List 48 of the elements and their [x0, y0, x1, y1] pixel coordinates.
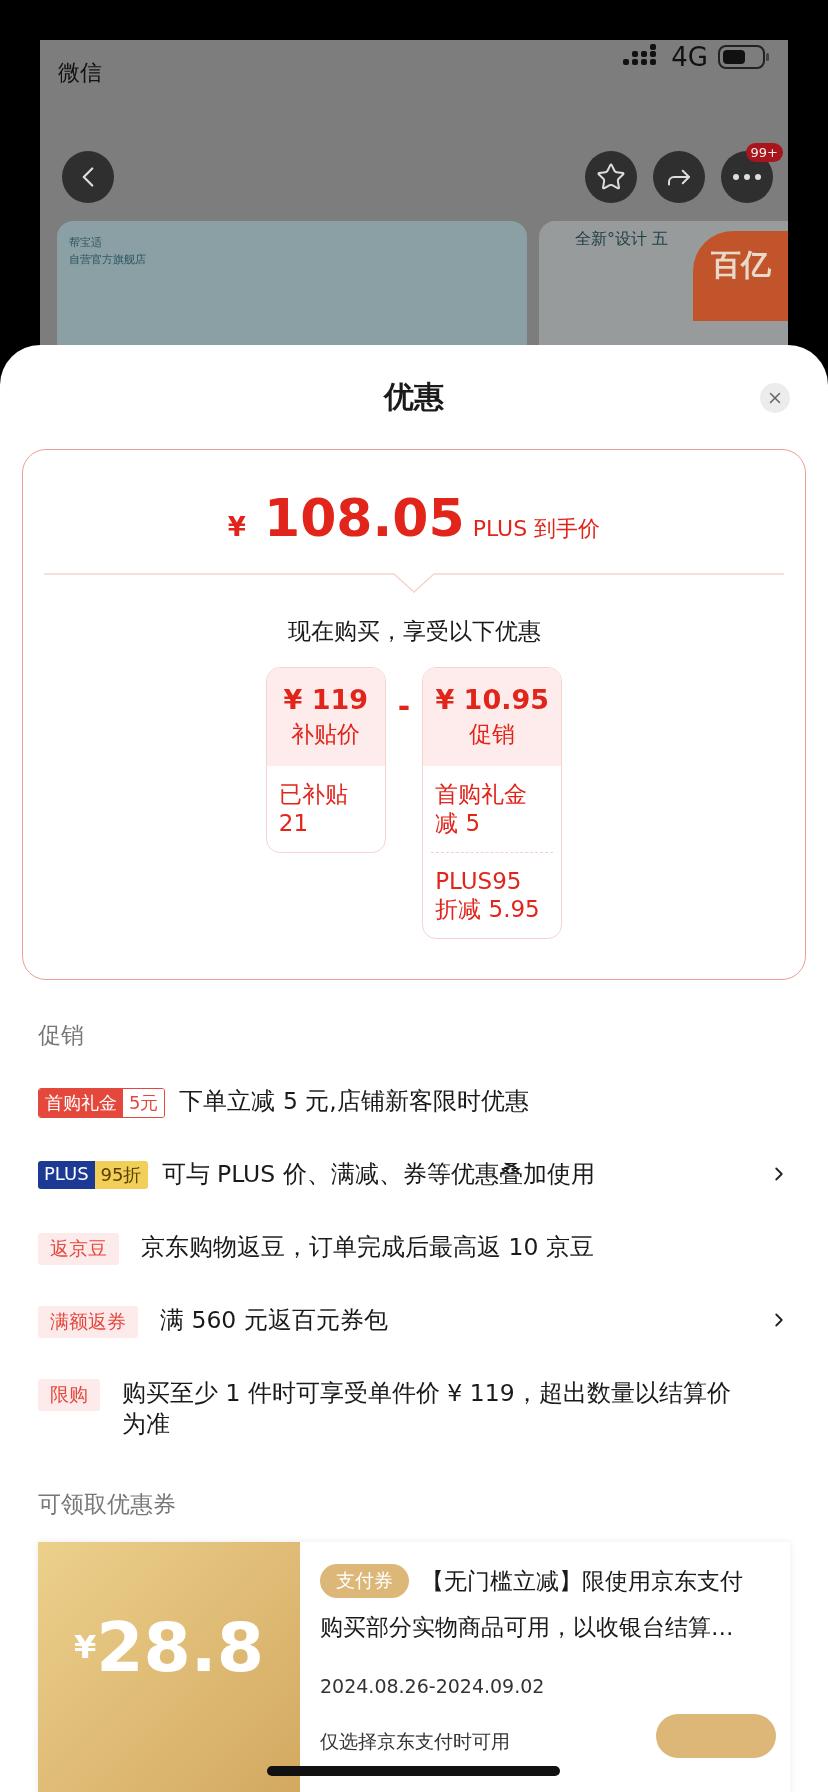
promo-text: 购买至少 1 件时可享受单件价 ¥ 119，超出数量以结算价为准	[122, 1378, 732, 1440]
currency-sign: ¥	[227, 512, 246, 542]
section-title: 促销	[38, 1021, 85, 1050]
subsidy-badge: 百亿	[693, 231, 788, 321]
part-detail: PLUS95 折减 5.95	[431, 851, 554, 938]
brand-label: 帮宝适	[69, 235, 103, 250]
battery-icon	[718, 44, 770, 70]
back-button[interactable]	[62, 151, 114, 203]
more-icon	[732, 173, 762, 181]
part-detail: 首购礼金减 5	[434, 780, 529, 838]
promo-tag: 返京豆	[38, 1233, 119, 1265]
sheet-title: 优惠	[384, 377, 444, 416]
product-banner[interactable]: 全新°设计 五 百亿	[539, 221, 788, 345]
part-detail: 已补贴 21	[277, 780, 349, 838]
promo-text: 下单立减 5 元,店铺新客限时优惠	[179, 1086, 529, 1117]
coupon-title: 【无门槛立减】限使用京东支付	[421, 1566, 743, 1596]
part-label: 促销	[469, 720, 516, 749]
promo-text: 可与 PLUS 价、满减、券等优惠叠加使用	[161, 1159, 595, 1190]
section-title: 可领取优惠券	[38, 1490, 177, 1520]
network-label: 4G	[671, 42, 708, 72]
minus-sign: -	[397, 689, 411, 724]
store-banner[interactable]: 帮宝适 自营官方旗舰店	[57, 221, 527, 345]
close-button[interactable]	[760, 383, 790, 413]
promo-tag: 首购礼金 5元	[38, 1088, 166, 1118]
promo-text: 京东购物返豆，订单完成后最高返 10 京豆	[141, 1232, 594, 1263]
coupon-currency: ¥	[73, 1628, 97, 1667]
coupon-validity: 2024.08.26-2024.09.02	[320, 1675, 546, 1698]
part-amount: ¥ 119	[283, 684, 369, 715]
banner-text: 全新°设计 五	[575, 229, 669, 250]
notification-badge: 99+	[745, 143, 783, 162]
home-indicator[interactable]	[267, 1766, 560, 1777]
promo-tag: 满额返券	[38, 1306, 138, 1338]
coupon-type-tag: 支付券	[320, 1564, 409, 1599]
coupon-description: 购买部分实物商品可用，以收银台结算…	[320, 1613, 735, 1643]
final-price: 108.05	[263, 488, 465, 548]
store-label: 自营官方旗舰店	[69, 252, 147, 267]
promo-tag: 限购	[38, 1379, 100, 1411]
share-button[interactable]	[653, 151, 705, 203]
part-amount: ¥ 10.95	[435, 684, 549, 715]
coupon-amount: 28.8	[96, 1607, 264, 1687]
promo-text: 满 560 元返百元券包	[160, 1305, 388, 1336]
coupon-note: 仅选择京东支付时可用	[320, 1729, 510, 1755]
intro-text: 现在购买，享受以下优惠	[287, 617, 541, 646]
favorite-button[interactable]	[585, 151, 637, 203]
price-label: PLUS 到手价	[472, 515, 601, 543]
part-label: 补贴价	[291, 720, 361, 749]
star-icon	[596, 162, 626, 192]
back-to-app-label[interactable]: 微信	[58, 58, 102, 88]
